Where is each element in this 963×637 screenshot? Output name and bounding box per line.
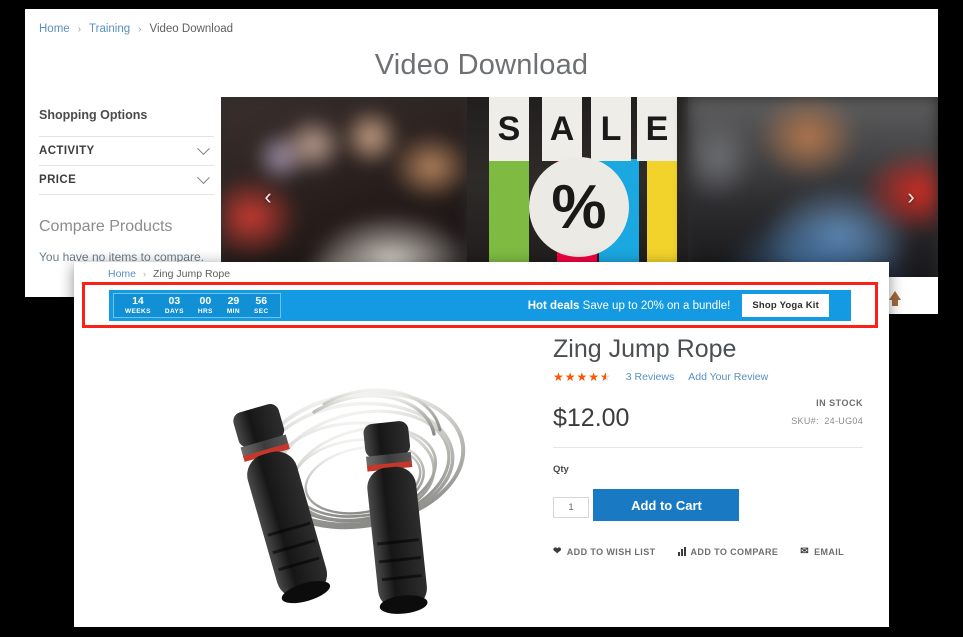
email-label: EMAIL	[814, 546, 845, 557]
chevron-left-icon[interactable]: ‹	[257, 184, 279, 210]
shop-yoga-kit-button[interactable]: Shop Yoga Kit	[742, 294, 829, 317]
compare-products-heading: Compare Products	[39, 218, 173, 235]
product-price: $12.00	[553, 404, 630, 432]
sale-letter-l: L	[591, 97, 631, 161]
countdown-sec: 56 SEC	[247, 294, 276, 317]
breadcrumb-item-training[interactable]: Training	[89, 23, 130, 35]
countdown-days-value: 03	[168, 294, 181, 307]
bar-chart-icon	[677, 547, 686, 556]
product-info: Zing Jump Rope ★★★★★ ★★★★★ 3 Reviews Add…	[553, 334, 863, 557]
sale-letter-a: A	[542, 97, 582, 161]
countdown-min-label: MIN	[226, 307, 240, 315]
modal-breadcrumb: Home › Zing Jump Rope	[108, 268, 230, 280]
sale-letter-e: E	[637, 97, 677, 161]
add-to-wish-list-label: ADD TO WISH LIST	[566, 546, 656, 557]
chevron-right-icon[interactable]: ›	[900, 184, 922, 210]
sale-letter-s: S	[489, 97, 529, 161]
filter-activity-label: ACTIVITY	[39, 145, 95, 157]
sidebar: Shopping Options ACTIVITY PRICE Compare …	[39, 108, 214, 264]
breadcrumb-separator-icon: ›	[77, 23, 82, 35]
email-link[interactable]: ✉ EMAIL	[800, 546, 844, 557]
countdown-sec-value: 56	[255, 294, 268, 307]
sku-value: 24-UG04	[824, 416, 863, 426]
countdown-hrs-value: 00	[199, 294, 212, 307]
breadcrumb-separator-icon: ›	[143, 269, 147, 279]
zing-jump-rope-photo	[233, 388, 466, 614]
chevron-down-icon	[197, 141, 210, 155]
star-rating-icon[interactable]: ★★★★★ ★★★★★	[553, 371, 612, 383]
countdown-weeks: 14 WEEKS	[118, 294, 158, 317]
modal-breadcrumb-item-home[interactable]: Home	[108, 268, 136, 280]
modal-breadcrumb-item-current: Zing Jump Rope	[153, 268, 231, 280]
countdown-min-value: 29	[227, 294, 240, 307]
add-to-wish-list-link[interactable]: ❤ ADD TO WISH LIST	[553, 546, 656, 557]
product-sku: SKU#: 24-UG04	[791, 416, 863, 426]
stock-block: IN STOCK SKU#: 24-UG04	[791, 393, 863, 433]
filter-price-label: PRICE	[39, 174, 77, 186]
mail-icon: ✉	[800, 546, 810, 557]
sale-percent-badge: %	[529, 157, 629, 257]
countdown-sec-label: SEC	[253, 307, 269, 315]
add-to-cart-button[interactable]: Add to Cart	[593, 489, 740, 521]
filter-price[interactable]: PRICE	[39, 165, 214, 194]
arrow-up-icon[interactable]	[889, 291, 901, 306]
breadcrumb-item-home[interactable]: Home	[39, 23, 70, 35]
add-review-link[interactable]: Add Your Review	[688, 371, 768, 383]
sale-letters: S A L E	[467, 97, 688, 161]
countdown-weeks-label: WEEKS	[125, 307, 151, 315]
product-actions: ❤ ADD TO WISH LIST ADD TO COMPARE ✉ EMAI…	[553, 546, 863, 557]
filter-list: ACTIVITY PRICE	[39, 136, 214, 195]
reviews-link[interactable]: 3 Reviews	[626, 371, 674, 383]
countdown-days-label: DAYS	[164, 307, 184, 315]
shopping-options-heading: Shopping Options	[39, 108, 148, 122]
breadcrumb: Home › Training › Video Download	[39, 23, 233, 35]
quantity-input[interactable]	[553, 496, 589, 518]
product-image[interactable]	[104, 344, 574, 619]
divider	[553, 447, 863, 448]
countdown-days: 03 DAYS	[158, 294, 191, 317]
add-to-compare-label: ADD TO COMPARE	[690, 546, 779, 557]
chevron-down-icon	[197, 170, 210, 184]
product-rating: ★★★★★ ★★★★★ 3 Reviews Add Your Review	[553, 371, 863, 383]
qty-label: Qty	[553, 464, 569, 475]
price-row: $12.00 IN STOCK SKU#: 24-UG04	[553, 393, 863, 433]
product-page-window: Home › Zing Jump Rope 14 WEEKS 03 DAYS 0…	[74, 262, 889, 627]
banner-message: Hot deals Save up to 20% on a bundle!	[281, 300, 743, 312]
filter-activity[interactable]: ACTIVITY	[39, 136, 214, 165]
banner-message-rest: Save up to 20% on a bundle!	[579, 299, 731, 312]
banner-message-bold: Hot deals	[527, 299, 580, 312]
breadcrumb-item-current: Video Download	[149, 23, 234, 35]
countdown-hrs-label: HRS	[197, 307, 213, 315]
countdown-weeks-value: 14	[132, 294, 144, 307]
breadcrumb-separator-icon: ›	[138, 23, 142, 35]
countdown-min: 29 MIN	[220, 294, 247, 317]
countdown-hrs: 00 HRS	[191, 294, 220, 317]
status-badge: IN STOCK	[816, 398, 863, 408]
sku-label: SKU#:	[791, 416, 819, 426]
product-title: Zing Jump Rope	[553, 335, 737, 363]
page-title: Video Download	[374, 49, 589, 81]
heart-icon: ❤	[553, 546, 562, 557]
countdown-timer: 14 WEEKS 03 DAYS 00 HRS 29 MIN 56 SEC	[113, 293, 281, 318]
screenshot-root: { "back_page": { "breadcrumb": [ {"label…	[0, 0, 963, 637]
category-page: Home › Training › Video Download Video D…	[25, 9, 938, 297]
add-to-compare-link[interactable]: ADD TO COMPARE	[677, 546, 779, 557]
promo-countdown-banner: 14 WEEKS 03 DAYS 00 HRS 29 MIN 56 SEC Ho…	[109, 290, 851, 321]
star-rating-filled: ★★★★★	[553, 371, 606, 383]
